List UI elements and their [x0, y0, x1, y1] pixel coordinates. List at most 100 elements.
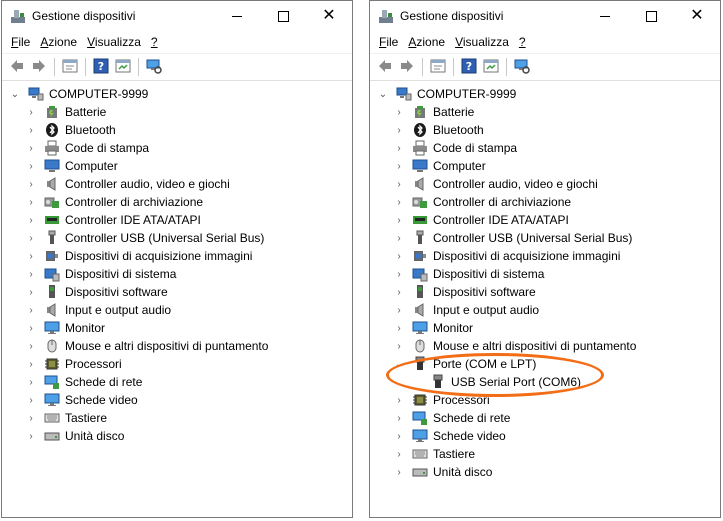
chevron-right-icon[interactable]: ›	[394, 161, 404, 172]
forward-arrow-button[interactable]	[30, 58, 48, 76]
tree-item-monitor[interactable]: › Monitor	[2, 319, 352, 337]
chevron-down-icon[interactable]: ⌄	[10, 89, 20, 100]
chevron-right-icon[interactable]: ›	[26, 125, 36, 136]
chevron-right-icon[interactable]: ›	[394, 143, 404, 154]
chevron-right-icon[interactable]: ›	[26, 233, 36, 244]
chevron-right-icon[interactable]: ›	[394, 305, 404, 316]
chevron-right-icon[interactable]: ›	[394, 431, 404, 442]
tree-item-controller-di-archiviazione[interactable]: › Controller di archiviazione	[370, 193, 720, 211]
tree-item-tastiere[interactable]: › Tastiere	[370, 445, 720, 463]
chevron-right-icon[interactable]: ›	[394, 287, 404, 298]
chevron-right-icon[interactable]: ›	[394, 467, 404, 478]
menu-item-file[interactable]: File	[6, 35, 35, 49]
chevron-right-icon[interactable]: ›	[394, 233, 404, 244]
tree-item-schede-di-rete[interactable]: › Schede di rete	[370, 409, 720, 427]
tree-root-computer[interactable]: ⌄ COMPUTER-9999	[370, 85, 720, 103]
tree-item-controller-audio-video-e-giochi[interactable]: › Controller audio, video e giochi	[370, 175, 720, 193]
device-tree[interactable]: ⌄ COMPUTER-9999 › Batterie › Bluetooth › Code d…	[2, 81, 352, 445]
tree-item-batterie[interactable]: › Batterie	[2, 103, 352, 121]
chevron-right-icon[interactable]: ›	[394, 395, 404, 406]
chevron-right-icon[interactable]: ›	[26, 413, 36, 424]
tree-item-controller-audio-video-e-giochi[interactable]: › Controller audio, video e giochi	[2, 175, 352, 193]
tree-item-controller-ide-ata-atapi[interactable]: › Controller IDE ATA/ATAPI	[370, 211, 720, 229]
chevron-right-icon[interactable]: ›	[394, 251, 404, 262]
chevron-right-icon[interactable]: ›	[394, 215, 404, 226]
back-arrow-button[interactable]	[376, 58, 394, 76]
tree-item-computer[interactable]: › Computer	[2, 157, 352, 175]
tree-item-monitor[interactable]: › Monitor	[370, 319, 720, 337]
chevron-right-icon[interactable]: ›	[26, 287, 36, 298]
chevron-right-icon[interactable]: ›	[26, 251, 36, 262]
minimize-button[interactable]	[214, 1, 260, 31]
tree-item-controller-ide-ata-atapi[interactable]: › Controller IDE ATA/ATAPI	[2, 211, 352, 229]
forward-arrow-button[interactable]	[398, 58, 416, 76]
chevron-right-icon[interactable]: ›	[26, 323, 36, 334]
menu-item-help[interactable]: ?	[514, 35, 531, 49]
chevron-right-icon[interactable]: ›	[394, 179, 404, 190]
properties-button[interactable]	[61, 58, 79, 76]
tree-item-mouse-e-altri-dispositivi-di-puntamento[interactable]: › Mouse e altri dispositivi di puntamento	[2, 337, 352, 355]
tree-item-bluetooth[interactable]: › Bluetooth	[2, 121, 352, 139]
tree-item-batterie[interactable]: › Batterie	[370, 103, 720, 121]
tree-item-bluetooth[interactable]: › Bluetooth	[370, 121, 720, 139]
back-arrow-button[interactable]	[8, 58, 26, 76]
tree-root-computer[interactable]: ⌄ COMPUTER-9999	[2, 85, 352, 103]
chevron-right-icon[interactable]: ›	[26, 359, 36, 370]
tree-item-dispositivi-di-acquisizione-immagini[interactable]: › Dispositivi di acquisizione immagini	[2, 247, 352, 265]
tree-item-code-di-stampa[interactable]: › Code di stampa	[2, 139, 352, 157]
chevron-right-icon[interactable]: ›	[26, 107, 36, 118]
update-driver-button[interactable]	[114, 58, 132, 76]
maximize-button[interactable]	[628, 1, 674, 31]
tree-item-schede-video[interactable]: › Schede video	[370, 427, 720, 445]
tree-item-controller-usb-universal-serial-bus[interactable]: › Controller USB (Universal Serial Bus)	[370, 229, 720, 247]
tree-item-unita-disco[interactable]: › Unità disco	[370, 463, 720, 481]
update-driver-button[interactable]	[482, 58, 500, 76]
chevron-right-icon[interactable]: ›	[394, 341, 404, 352]
monitor-scan-button[interactable]	[513, 58, 531, 76]
menu-item-help[interactable]: ?	[146, 35, 163, 49]
monitor-scan-button[interactable]	[145, 58, 163, 76]
help-button[interactable]: ?	[92, 58, 110, 76]
help-button[interactable]: ?	[460, 58, 478, 76]
chevron-right-icon[interactable]: ›	[26, 395, 36, 406]
tree-item-mouse-e-altri-dispositivi-di-puntamento[interactable]: › Mouse e altri dispositivi di puntamento	[370, 337, 720, 355]
chevron-right-icon[interactable]: ›	[394, 323, 404, 334]
chevron-right-icon[interactable]: ›	[394, 449, 404, 460]
chevron-right-icon[interactable]: ›	[394, 413, 404, 424]
tree-item-processori[interactable]: › Processori	[2, 355, 352, 373]
chevron-right-icon[interactable]: ›	[394, 269, 404, 280]
menu-item-visualizza[interactable]: Visualizza	[82, 35, 146, 49]
title-bar[interactable]: Gestione dispositivi ✕	[2, 1, 352, 31]
chevron-right-icon[interactable]: ›	[26, 341, 36, 352]
chevron-right-icon[interactable]: ›	[394, 107, 404, 118]
chevron-right-icon[interactable]: ›	[26, 179, 36, 190]
tree-item-dispositivi-di-acquisizione-immagini[interactable]: › Dispositivi di acquisizione immagini	[370, 247, 720, 265]
chevron-right-icon[interactable]: ›	[26, 215, 36, 226]
tree-item-schede-di-rete[interactable]: › Schede di rete	[2, 373, 352, 391]
tree-item-code-di-stampa[interactable]: › Code di stampa	[370, 139, 720, 157]
chevron-right-icon[interactable]: ›	[26, 197, 36, 208]
tree-item-dispositivi-software[interactable]: › Dispositivi software	[370, 283, 720, 301]
chevron-down-icon[interactable]: ⌄	[378, 89, 388, 100]
title-bar[interactable]: Gestione dispositivi ✕	[370, 1, 720, 31]
chevron-right-icon[interactable]: ›	[26, 305, 36, 316]
menu-item-azione[interactable]: Azione	[403, 35, 450, 49]
minimize-button[interactable]	[582, 1, 628, 31]
menu-item-file[interactable]: File	[374, 35, 403, 49]
maximize-button[interactable]	[260, 1, 306, 31]
tree-item-input-e-output-audio[interactable]: › Input e output audio	[370, 301, 720, 319]
tree-item-computer[interactable]: › Computer	[370, 157, 720, 175]
chevron-right-icon[interactable]: ›	[26, 143, 36, 154]
tree-item-controller-usb-universal-serial-bus[interactable]: › Controller USB (Universal Serial Bus)	[2, 229, 352, 247]
chevron-right-icon[interactable]: ›	[394, 125, 404, 136]
tree-item-tastiere[interactable]: › Tastiere	[2, 409, 352, 427]
tree-item-dispositivi-software[interactable]: › Dispositivi software	[2, 283, 352, 301]
device-tree[interactable]: ⌄ COMPUTER-9999 › Batterie › Bluetooth › Code d…	[370, 81, 720, 481]
chevron-right-icon[interactable]: ›	[26, 431, 36, 442]
tree-item-schede-video[interactable]: › Schede video	[2, 391, 352, 409]
menu-item-azione[interactable]: Azione	[35, 35, 82, 49]
tree-item-controller-di-archiviazione[interactable]: › Controller di archiviazione	[2, 193, 352, 211]
chevron-right-icon[interactable]: ›	[26, 161, 36, 172]
tree-item-input-e-output-audio[interactable]: › Input e output audio	[2, 301, 352, 319]
close-button[interactable]: ✕	[674, 1, 720, 31]
